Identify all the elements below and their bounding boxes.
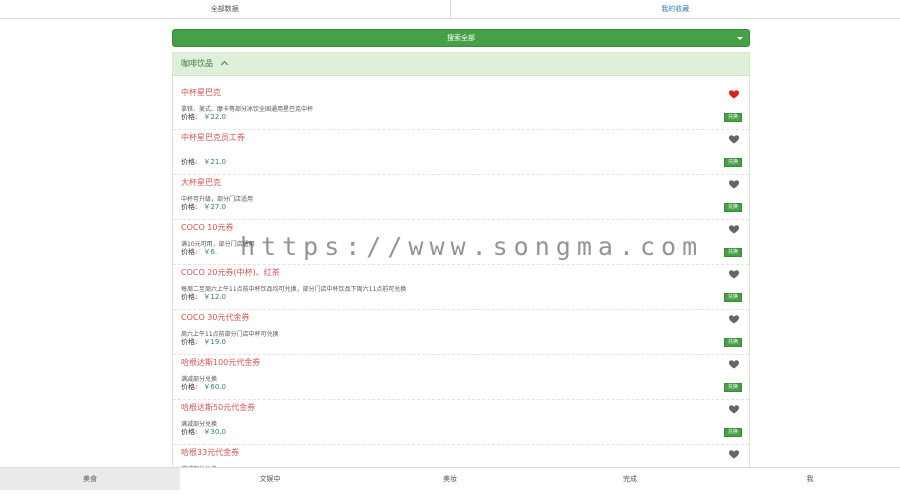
price-value: ￥12.0 xyxy=(203,293,226,301)
exchange-button[interactable]: 兑换 xyxy=(724,203,742,212)
item-price: 价格: ￥27.0 xyxy=(181,202,226,212)
panel-title: 咖啡饮品 xyxy=(181,59,213,68)
item-price: 价格: ￥6. xyxy=(181,247,217,257)
tab-all-data[interactable]: 全部数据 xyxy=(0,0,450,18)
item-price: 价格: ￥21.0 xyxy=(181,157,226,167)
heart-icon[interactable] xyxy=(728,88,740,100)
exchange-button[interactable]: 兑换 xyxy=(724,158,742,167)
price-label: 价格: xyxy=(181,248,198,256)
list-item[interactable]: COCO 20元券(中杯)、红茶 每周二至周六上午11点前中杯饮品均可兑换，部分门… xyxy=(173,265,749,310)
price-label: 价格: xyxy=(181,293,198,301)
heart-icon[interactable] xyxy=(728,223,740,235)
exchange-button[interactable]: 兑换 xyxy=(724,428,742,437)
price-label: 价格: xyxy=(181,158,198,166)
heart-icon[interactable] xyxy=(728,268,740,280)
heart-icon[interactable] xyxy=(728,358,740,370)
price-label: 价格: xyxy=(181,383,198,391)
price-value: ￥30.0 xyxy=(203,428,226,436)
heart-icon[interactable] xyxy=(728,313,740,325)
item-title[interactable]: COCO 20元券(中杯)、红茶 xyxy=(181,267,280,278)
bottom-tab-entertainment[interactable]: 文娱中 xyxy=(180,468,360,490)
top-tab-bar: 全部数据 我的收藏 xyxy=(0,0,900,19)
item-title[interactable]: 大杯星巴克 xyxy=(181,177,221,188)
price-value: ￥27.0 xyxy=(203,203,226,211)
exchange-button[interactable]: 兑换 xyxy=(724,113,742,122)
heart-icon[interactable] xyxy=(728,133,740,145)
heart-icon[interactable] xyxy=(728,178,740,190)
item-price: 价格: ￥12.0 xyxy=(181,292,226,302)
caret-down-icon xyxy=(737,37,743,40)
item-price: 价格: ￥22.0 xyxy=(181,112,226,122)
bottom-tab-food[interactable]: 美食 xyxy=(0,468,180,490)
list-item[interactable]: COCO 30元代金券 周六上午11点前部分门店中杯可兑换 价格: ￥19.0 兑换 xyxy=(173,310,749,355)
item-price: 价格: ￥30.0 xyxy=(181,427,226,437)
exchange-button[interactable]: 兑换 xyxy=(724,338,742,347)
list-item[interactable]: 大杯星巴克 中杯可升级，部分门店适用 价格: ￥27.0 兑换 xyxy=(173,175,749,220)
bottom-tab-beauty[interactable]: 美妆 xyxy=(360,468,540,490)
tab-my-favorites[interactable]: 我的收藏 xyxy=(449,0,900,18)
item-title[interactable]: 中杯星巴克 xyxy=(181,87,221,98)
list-item[interactable]: 中杯星巴克 拿铁、美式、摩卡等部分冰饮全国通用星巴克中杯 价格: ￥22.0 兑换 xyxy=(173,85,749,130)
price-label: 价格: xyxy=(181,113,198,121)
item-title[interactable]: COCO 10元券 xyxy=(181,222,234,233)
price-label: 价格: xyxy=(181,338,198,346)
chevron-up-icon xyxy=(220,60,228,69)
price-value: ￥22.0 xyxy=(203,113,226,121)
price-label: 价格: xyxy=(181,428,198,436)
list-item[interactable]: 哈根达斯50元代金券 满减部分兑换 价格: ￥30.0 兑换 xyxy=(173,400,749,445)
list-item[interactable]: 中杯星巴克员工券 价格: ￥21.0 兑换 xyxy=(173,130,749,175)
search-all-label: 搜索全部 xyxy=(447,34,475,42)
panel-header[interactable]: 咖啡饮品 xyxy=(173,53,749,76)
price-label: 价格: xyxy=(181,203,198,211)
bottom-tab-done[interactable]: 完成 xyxy=(540,468,720,490)
heart-icon[interactable] xyxy=(728,448,740,460)
search-all-dropdown[interactable]: 搜索全部 xyxy=(172,29,750,47)
exchange-button[interactable]: 兑换 xyxy=(724,293,742,302)
price-value: ￥19.0 xyxy=(203,338,226,346)
item-title[interactable]: 哈根达斯100元代金券 xyxy=(181,357,260,368)
product-list: 中杯星巴克 拿铁、美式、摩卡等部分冰饮全国通用星巴克中杯 价格: ￥22.0 兑换 中杯星… xyxy=(173,85,749,472)
exchange-button[interactable]: 兑换 xyxy=(724,383,742,392)
item-title[interactable]: 中杯星巴克员工券 xyxy=(181,132,245,143)
bottom-nav: 美食 文娱中 美妆 完成 我 xyxy=(0,467,900,490)
price-value: ￥60.0 xyxy=(203,383,226,391)
item-price: 价格: ￥19.0 xyxy=(181,337,226,347)
exchange-button[interactable]: 兑换 xyxy=(724,248,742,257)
list-item[interactable]: COCO 10元券 满10元可用，部分门店适用 价格: ￥6. 兑换 xyxy=(173,220,749,265)
price-value: ￥21.0 xyxy=(203,158,226,166)
heart-icon[interactable] xyxy=(728,403,740,415)
item-price: 价格: ￥60.0 xyxy=(181,382,226,392)
item-title[interactable]: 哈根达斯50元代金券 xyxy=(181,402,255,413)
item-title[interactable]: COCO 30元代金券 xyxy=(181,312,250,323)
item-title[interactable]: 哈根33元代金券 xyxy=(181,447,239,458)
bottom-tab-me[interactable]: 我 xyxy=(720,468,900,490)
product-panel: 咖啡饮品 中杯星巴克 拿铁、美式、摩卡等部分冰饮全国通用星巴克中杯 价格: ￥22.0… xyxy=(172,52,750,472)
price-value: ￥6. xyxy=(203,248,218,256)
list-item[interactable]: 哈根达斯100元代金券 满减部分兑换 价格: ￥60.0 兑换 xyxy=(173,355,749,400)
